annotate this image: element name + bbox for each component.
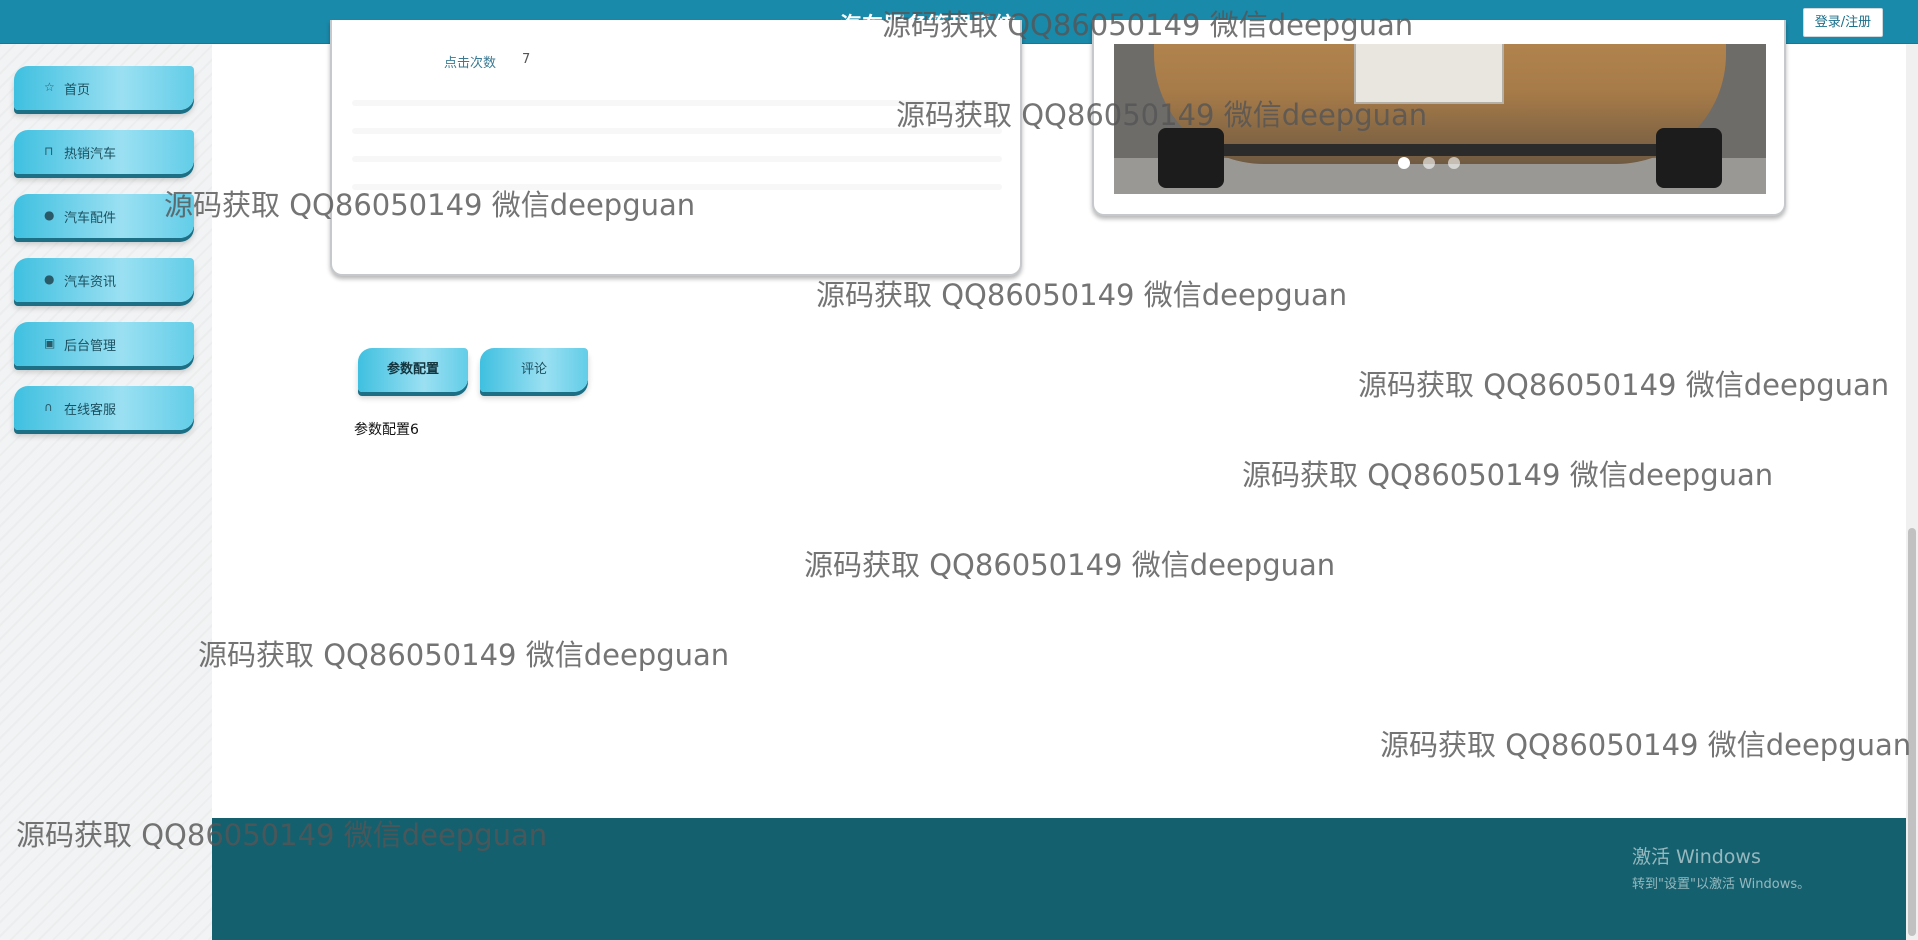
tab-params-config[interactable]: 参数配置 — [358, 348, 468, 392]
left-sidebar: ☆ 首页 ⊓ 热销汽车 ● 汽车配件 ● 汽车资讯 ▣ 后台管理 ∩ 在线客服 — [0, 44, 212, 940]
sidebar-item-car-news[interactable]: ● 汽车资讯 — [14, 258, 194, 302]
sidebar-item-admin[interactable]: ▣ 后台管理 — [14, 322, 194, 366]
sidebar-item-car-parts[interactable]: ● 汽车配件 — [14, 194, 194, 238]
carousel-dot[interactable] — [1398, 157, 1410, 169]
sidebar-item-home[interactable]: ☆ 首页 — [14, 66, 194, 110]
watermark-text: 源码获取 QQ86050149 微信deepguan — [198, 638, 730, 672]
faded-detail-rows — [352, 100, 1002, 212]
click-count-label: 点击次数 — [444, 56, 497, 71]
sidebar-item-label: 首页 — [64, 83, 91, 98]
click-count-value: 7 — [522, 52, 531, 67]
star-icon: ☆ — [44, 80, 55, 94]
watermark-text: 源码获取 QQ86050149 微信deepguan — [1358, 368, 1890, 402]
briefcase-icon: ▣ — [44, 336, 56, 350]
sidebar-item-label: 热销汽车 — [64, 147, 117, 162]
login-register-button[interactable]: 登录/注册 — [1803, 8, 1883, 37]
sidebar-item-online-service[interactable]: ∩ 在线客服 — [14, 386, 194, 430]
bag-icon: ⊓ — [44, 144, 54, 158]
activation-subtitle: 转到"设置"以激活 Windows。 — [1632, 877, 1811, 892]
watermark-text: 源码获取 QQ86050149 微信deepguan — [1380, 728, 1912, 762]
scrollbar-thumb[interactable] — [1908, 528, 1916, 936]
info-circle-icon: ● — [44, 208, 55, 222]
sidebar-item-label: 后台管理 — [64, 339, 117, 354]
watermark-text: 源码获取 QQ86050149 微信deepguan — [804, 548, 1336, 582]
tab-comments[interactable]: 评论 — [480, 348, 588, 392]
tab-content-text: 参数配置6 — [354, 422, 419, 438]
watermark-text: 源码获取 QQ86050149 微信deepguan — [1242, 458, 1774, 492]
windows-activation-notice: 激活 Windows 转到"设置"以激活 Windows。 — [1632, 842, 1810, 892]
carousel-dot[interactable] — [1423, 157, 1436, 169]
watermark-text: 源码获取 QQ86050149 微信deepguan — [816, 278, 1348, 312]
carousel-indicators — [1398, 154, 1468, 173]
question-circle-icon: ● — [44, 272, 55, 286]
page-scrollbar[interactable] — [1906, 44, 1918, 940]
activation-title: 激活 Windows — [1632, 846, 1761, 868]
headset-icon: ∩ — [44, 400, 53, 414]
carousel-dot[interactable] — [1448, 157, 1461, 169]
sidebar-item-label: 汽车资讯 — [64, 275, 117, 290]
sidebar-item-label: 在线客服 — [64, 403, 117, 418]
car-image-carousel-card — [1092, 20, 1786, 216]
sidebar-item-hot-cars[interactable]: ⊓ 热销汽车 — [14, 130, 194, 174]
sidebar-item-label: 汽车配件 — [64, 211, 117, 226]
car-detail-card: 点击次数 7 — [330, 20, 1022, 276]
